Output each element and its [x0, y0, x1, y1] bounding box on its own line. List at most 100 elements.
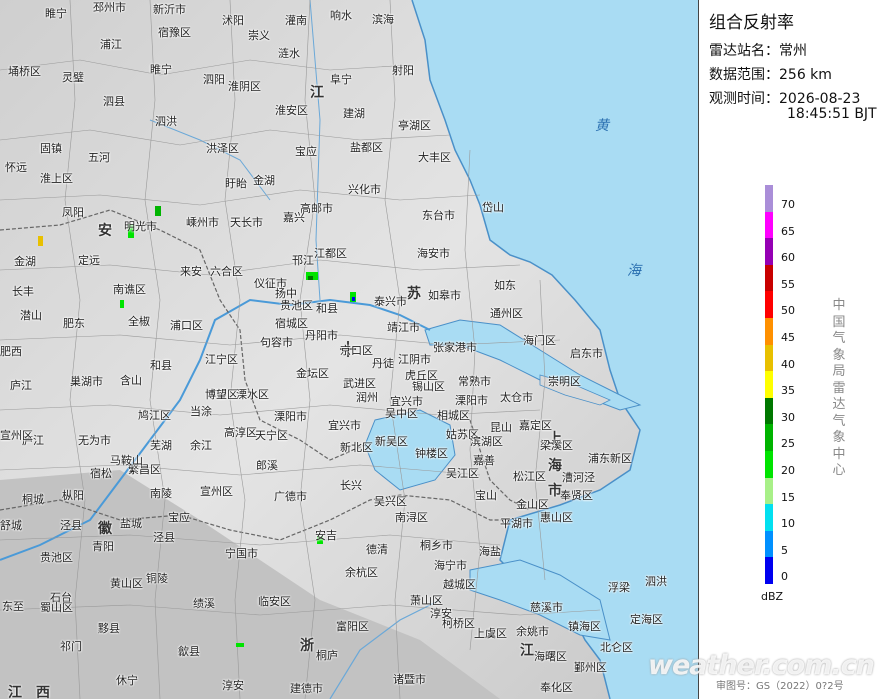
station-row: 雷达站名：常州	[709, 40, 807, 60]
legend-color-cell	[765, 317, 773, 345]
place-label: 淳安	[430, 607, 452, 620]
place-label: 嘉定区	[519, 419, 552, 432]
place-label: 凤阳	[62, 206, 84, 219]
place-label: 宣州区	[200, 485, 233, 498]
place-label: 滨湖区	[470, 435, 503, 448]
place-label: 余江	[190, 439, 212, 452]
place-label: 金湖	[253, 174, 275, 187]
place-label: 溧阳市	[455, 394, 488, 407]
place-label: 萧山区	[410, 594, 443, 607]
place-label: 钟楼区	[415, 447, 448, 460]
legend-color-cell	[765, 371, 773, 398]
place-label: 张家港市	[433, 341, 477, 354]
place-label: 含山	[120, 374, 142, 387]
place-label: 嘉兴	[283, 211, 305, 224]
place-label: 梁溪区	[540, 439, 573, 452]
place-label: 诸暨市	[393, 673, 426, 686]
place-label: 淮阴区	[228, 80, 261, 93]
place-label: 富阳区	[336, 620, 369, 633]
place-label: 通州区	[490, 307, 523, 320]
place-label: 锡山区	[412, 380, 445, 393]
legend-color-cell	[765, 504, 773, 531]
place-label: 吴中区	[385, 407, 418, 420]
place-label: 埇桥区	[8, 65, 41, 78]
place-label: 邳州市	[93, 1, 126, 14]
place-label: 武进区	[343, 377, 376, 390]
place-label: 泗洪	[645, 575, 667, 588]
place-label: 响水	[330, 9, 352, 22]
echo-cell	[38, 236, 43, 246]
echo-cell	[308, 276, 313, 280]
place-label: 吴兴区	[374, 495, 407, 508]
place-label: 和县	[150, 359, 172, 372]
place-label: 宿城区	[275, 317, 308, 330]
place-label: 灵璧	[62, 71, 84, 84]
place-label: 浮梁	[608, 581, 630, 594]
info-panel: 组合反射率 雷达站名：常州 数据范围：256 km 观测时间：2026-08-2…	[698, 0, 880, 699]
place-label: 南浔区	[395, 511, 428, 524]
place-label: 余姚市	[516, 625, 549, 638]
legend-tick-label: 25	[781, 437, 795, 451]
place-label: 贵池区	[40, 551, 73, 564]
legend-tick-label: 5	[781, 543, 788, 557]
place-label: 安吉	[315, 529, 337, 542]
province-label: 江	[310, 85, 324, 101]
place-label: 浦东新区	[588, 452, 632, 465]
place-label: 奉化区	[540, 681, 573, 694]
place-label: 来安	[180, 265, 202, 278]
place-label: 铜陵	[146, 572, 168, 585]
place-label: 鄞州区	[574, 661, 607, 674]
place-label: 泾县	[153, 531, 175, 544]
place-label: 浦江	[100, 38, 122, 51]
color-legend	[765, 185, 773, 584]
place-label: 桐城	[22, 493, 44, 506]
legend-color-cell	[765, 477, 773, 505]
place-label: 怀远	[5, 161, 27, 174]
place-label: 绩溪	[193, 597, 215, 610]
place-label: 鸠江区	[138, 409, 171, 422]
legend-color-cell	[765, 264, 773, 292]
legend-tick-label: 0	[781, 570, 788, 584]
place-label: 歙县	[178, 645, 200, 658]
place-label: 太仓市	[500, 391, 533, 404]
legend-color-cell	[765, 185, 773, 212]
place-label: 明光市	[124, 220, 157, 233]
place-label: 嘉善	[473, 454, 495, 467]
legend-tick-label: 20	[781, 464, 795, 477]
legend-tick-label: 60	[781, 251, 795, 265]
place-label: 江阴市	[398, 353, 431, 366]
place-label: 郎溪	[256, 459, 278, 472]
place-label: 漕河泾	[562, 471, 595, 484]
place-label: 当涂	[190, 405, 212, 418]
place-label: 嵊州市	[186, 216, 219, 229]
place-label: 宿豫区	[158, 26, 191, 39]
province-label: 江	[8, 685, 22, 699]
map-area[interactable]: 黄 海 江 苏 安 徽 上 海 市 浙 江 江 西 邳州市 新沂市 响水 滨海 …	[0, 0, 698, 699]
place-label: 靖江市	[387, 321, 420, 334]
place-label: 睢宁	[45, 7, 67, 20]
place-label: 淮安区	[275, 104, 308, 117]
place-label: 临安区	[258, 595, 291, 608]
place-label: 肥东	[63, 317, 85, 330]
place-label: 五河	[88, 151, 110, 164]
place-label: 泾县	[60, 519, 82, 532]
place-label: 溧水区	[236, 388, 269, 401]
place-label: 宜兴市	[328, 419, 361, 432]
legend-tick-label: 10	[781, 517, 795, 531]
place-label: 扬中	[275, 287, 297, 300]
place-label: 长兴	[340, 479, 362, 492]
place-label: 舒城	[0, 519, 22, 532]
place-label: 宝应	[295, 145, 317, 158]
place-label: 启东市	[570, 347, 603, 360]
place-label: 金坛区	[296, 367, 329, 380]
place-label: 淳安	[222, 679, 244, 692]
place-label: 惠山区	[540, 511, 573, 524]
legend-tick-label: 70	[781, 198, 795, 211]
place-label: 奉贤区	[560, 489, 593, 502]
time-label: 观测时间：	[709, 91, 779, 107]
place-label: 丹徒	[372, 357, 394, 370]
legend-tick-label: 50	[781, 304, 795, 318]
place-label: 泗阳	[203, 73, 225, 86]
place-label: 蜀山区	[40, 601, 73, 614]
place-label: 泗县	[103, 95, 125, 108]
